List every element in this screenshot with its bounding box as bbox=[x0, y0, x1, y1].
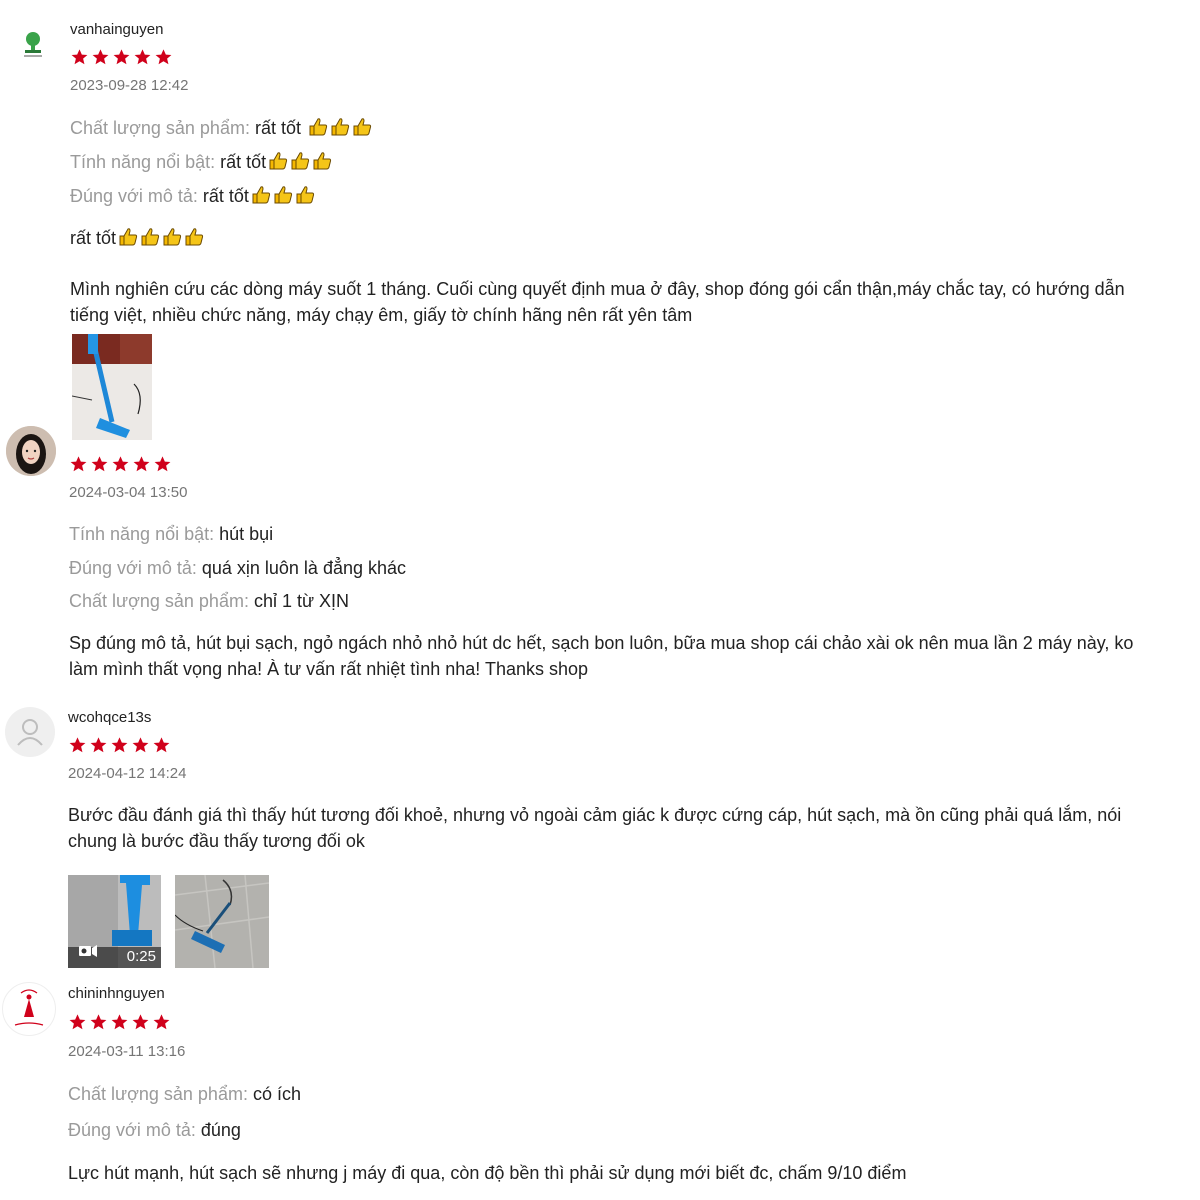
thumbs-up-icon bbox=[312, 151, 332, 171]
attribute-label: Chất lượng sản phẩm: bbox=[69, 591, 249, 611]
thumbs-up-icon bbox=[290, 151, 310, 171]
user-photo-icon bbox=[6, 426, 56, 476]
attribute-value: chỉ 1 từ XỊN bbox=[248, 591, 350, 611]
star-icon bbox=[152, 1013, 171, 1031]
review-image[interactable] bbox=[72, 334, 152, 440]
star-icon bbox=[89, 736, 108, 754]
attribute-label: Chất lượng sản phẩm: bbox=[68, 1084, 248, 1104]
attribute-row: Đúng với mô tả: rất tốt bbox=[70, 185, 315, 207]
short-comment: rất tốt bbox=[70, 227, 204, 249]
username[interactable]: chininhnguyen bbox=[68, 985, 165, 1002]
attribute-row: Chất lượng sản phẩm: có ích bbox=[68, 1084, 301, 1105]
review-video[interactable]: 0:25 bbox=[68, 875, 161, 968]
thumbs-up-group bbox=[249, 185, 315, 207]
thumbs-up-icon bbox=[118, 227, 138, 247]
attribute-row: Đúng với mô tả: đúng bbox=[68, 1120, 241, 1141]
star-icon bbox=[68, 1013, 87, 1031]
rating-stars bbox=[69, 455, 172, 473]
avatar[interactable] bbox=[2, 982, 56, 1036]
attribute-row: Chất lượng sản phẩm: chỉ 1 từ XỊN bbox=[69, 591, 349, 612]
star-icon bbox=[154, 48, 173, 66]
star-icon bbox=[70, 48, 89, 66]
star-icon bbox=[91, 48, 110, 66]
thumbs-up-icon bbox=[295, 185, 315, 205]
thumbs-up-icon bbox=[162, 227, 182, 247]
star-icon bbox=[111, 455, 130, 473]
star-icon bbox=[110, 1013, 129, 1031]
thumbs-up-icon bbox=[330, 117, 350, 137]
star-icon bbox=[112, 48, 131, 66]
rating-stars bbox=[68, 736, 171, 754]
review-date: 2024-04-12 14:24 bbox=[68, 765, 187, 782]
star-icon bbox=[132, 455, 151, 473]
thumbs-up-group bbox=[116, 227, 204, 249]
star-icon bbox=[110, 736, 129, 754]
star-icon bbox=[131, 736, 150, 754]
star-icon bbox=[90, 455, 109, 473]
attribute-label: Tính năng nổi bật: bbox=[70, 152, 216, 172]
star-icon bbox=[69, 455, 88, 473]
star-icon bbox=[153, 455, 172, 473]
thumbs-up-icon bbox=[308, 117, 328, 137]
attribute-value: quá xịn luôn là đẳng khác bbox=[196, 558, 407, 578]
attribute-row: Đúng với mô tả: quá xịn luôn là đẳng khá… bbox=[69, 558, 406, 579]
shop-logo-icon bbox=[24, 32, 42, 57]
thumbs-up-icon bbox=[273, 185, 293, 205]
thumbs-up-group bbox=[266, 151, 332, 173]
review-comment: Bước đầu đánh giá thì thấy hút tương đối… bbox=[68, 805, 1122, 851]
attribute-label: Chất lượng sản phẩm: bbox=[70, 118, 250, 138]
attribute-value: có ích bbox=[247, 1084, 301, 1104]
star-icon bbox=[131, 1013, 150, 1031]
thumbs-up-icon bbox=[184, 227, 204, 247]
rating-stars bbox=[70, 48, 173, 66]
review-image[interactable] bbox=[175, 875, 269, 968]
review-date: 2023-09-28 12:42 bbox=[70, 77, 189, 94]
attribute-label: Tính năng nổi bật: bbox=[69, 524, 215, 544]
thumbs-up-group bbox=[306, 117, 372, 139]
avatar[interactable] bbox=[6, 426, 56, 476]
attribute-label: Đúng với mô tả: bbox=[69, 558, 197, 578]
default-user-icon bbox=[5, 707, 55, 757]
attribute-value: hút bụi bbox=[214, 524, 274, 544]
review-date: 2024-03-04 13:50 bbox=[69, 484, 188, 501]
attribute-value: rất tốt bbox=[249, 118, 306, 138]
thumbs-up-icon bbox=[251, 185, 271, 205]
review-comment: Mình nghiên cứu các dòng máy suốt 1 thán… bbox=[70, 279, 1125, 325]
star-icon bbox=[152, 736, 171, 754]
attribute-label: Đúng với mô tả: bbox=[70, 186, 198, 206]
attribute-row: Chất lượng sản phẩm: rất tốt bbox=[70, 117, 372, 139]
vacuum-floor-photo-image bbox=[175, 875, 269, 968]
video-duration: 0:25 bbox=[126, 948, 156, 965]
attribute-row: Tính năng nổi bật: hút bụi bbox=[69, 524, 273, 545]
avatar[interactable] bbox=[8, 20, 58, 70]
thumbs-up-icon bbox=[352, 117, 372, 137]
attribute-value: rất tốt bbox=[197, 186, 249, 206]
avatar[interactable] bbox=[5, 707, 55, 757]
star-icon bbox=[89, 1013, 108, 1031]
attribute-row: Tính năng nổi bật: rất tốt bbox=[70, 151, 332, 173]
attribute-value: đúng bbox=[195, 1120, 241, 1140]
star-icon bbox=[68, 736, 87, 754]
review-date: 2024-03-11 13:16 bbox=[68, 1043, 186, 1060]
short-comment-text: rất tốt bbox=[70, 228, 117, 248]
thumbs-up-icon bbox=[268, 151, 288, 171]
username[interactable]: wcohqce13s bbox=[68, 709, 151, 726]
username[interactable]: vanhainguyen bbox=[70, 21, 163, 38]
video-camera-icon bbox=[78, 944, 98, 963]
review-comment: Lực hút mạnh, hút sạch sẽ nhưng j máy đi… bbox=[68, 1163, 907, 1183]
shop-logo-icon bbox=[4, 984, 54, 1034]
attribute-value: rất tốt bbox=[215, 152, 267, 172]
attribute-label: Đúng với mô tả: bbox=[68, 1120, 196, 1140]
star-icon bbox=[133, 48, 152, 66]
thumbs-up-icon bbox=[140, 227, 160, 247]
rating-stars bbox=[68, 1013, 171, 1031]
vacuum-photo-image bbox=[72, 334, 152, 440]
review-comment: Sp đúng mô tả, hút bụi sạch, ngỏ ngách n… bbox=[69, 633, 1134, 679]
